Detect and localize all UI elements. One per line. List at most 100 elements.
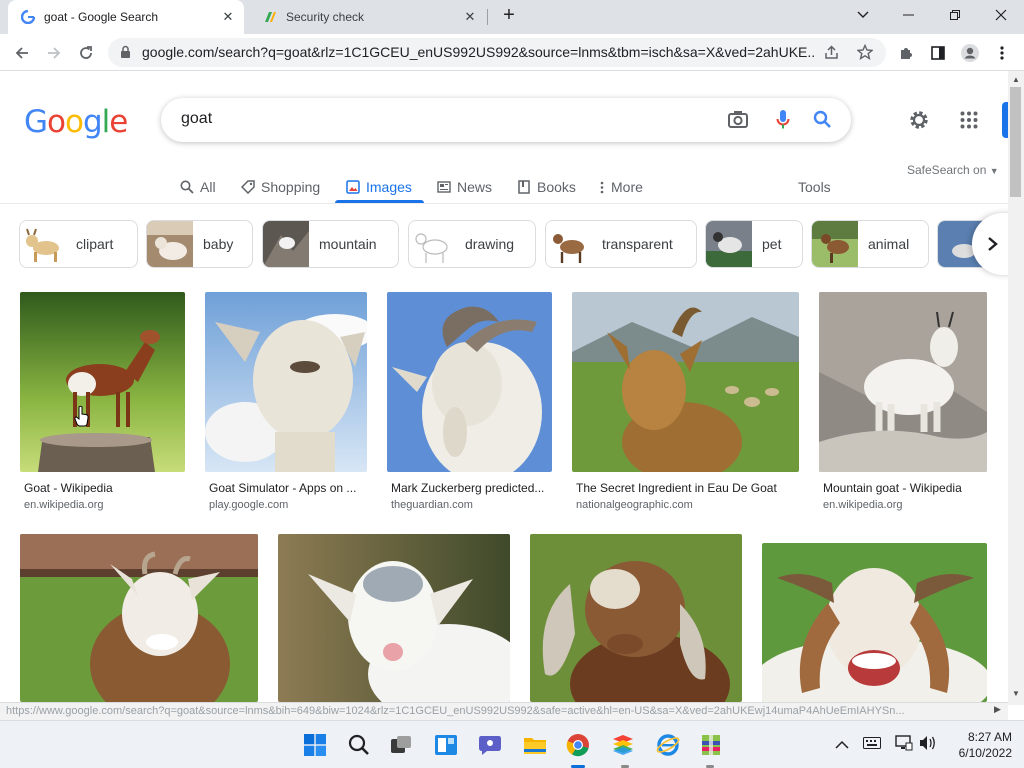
- keyboard-icon[interactable]: [863, 737, 881, 752]
- chip-baby[interactable]: baby: [146, 220, 253, 268]
- tab-news[interactable]: News: [437, 172, 492, 202]
- chip-mountain[interactable]: mountain: [262, 220, 399, 268]
- status-bar: https://www.google.com/search?q=goat&sou…: [0, 702, 1008, 720]
- result-title[interactable]: Goat - Wikipedia: [24, 481, 184, 495]
- result-image[interactable]: [530, 534, 742, 702]
- chip-drawing[interactable]: drawing: [408, 220, 536, 268]
- file-explorer-icon[interactable]: [521, 731, 549, 759]
- restore-icon[interactable]: [932, 0, 978, 30]
- tab-images[interactable]: Images: [346, 172, 412, 202]
- settings-gear-icon[interactable]: [908, 109, 930, 136]
- result-source: en.wikipedia.org: [24, 499, 104, 511]
- browser-toolbar: google.com/search?q=goat&rlz=1C1GCEU_enU…: [0, 34, 1024, 71]
- more-vertical-icon: [599, 180, 605, 194]
- scroll-right-icon[interactable]: ▶: [994, 704, 1001, 715]
- google-g-icon: [20, 9, 36, 25]
- tab-all[interactable]: All: [180, 172, 216, 202]
- caret-down-icon: ▼: [989, 166, 999, 176]
- search-input[interactable]: goat: [181, 110, 212, 128]
- chevron-up-icon[interactable]: [835, 737, 849, 752]
- network-monitor-icon[interactable]: [895, 735, 913, 754]
- lock-icon[interactable]: [120, 45, 131, 62]
- extensions-puzzle-icon[interactable]: [892, 39, 920, 67]
- book-icon: [517, 180, 531, 194]
- result-image[interactable]: [762, 543, 987, 702]
- tab-goat-search[interactable]: goat - Google Search ✕: [8, 0, 244, 34]
- task-view-icon[interactable]: [387, 731, 415, 759]
- internet-explorer-icon[interactable]: [654, 731, 682, 759]
- chat-icon[interactable]: [476, 731, 504, 759]
- tab-title: goat - Google Search: [44, 10, 159, 24]
- result-source: nationalgeographic.com: [576, 499, 693, 511]
- tools-button[interactable]: Tools: [798, 172, 831, 202]
- side-panel-icon[interactable]: [924, 39, 952, 67]
- scrollbar-thumb[interactable]: [1010, 87, 1021, 197]
- chip-transparent[interactable]: transparent: [545, 220, 697, 268]
- scroll-up-icon[interactable]: ▲: [1012, 75, 1020, 84]
- bluestacks-icon[interactable]: [609, 731, 637, 759]
- address-bar[interactable]: google.com/search?q=goat&rlz=1C1GCEU_enU…: [108, 38, 886, 67]
- result-image[interactable]: [20, 292, 185, 472]
- back-arrow-icon[interactable]: [8, 39, 36, 67]
- close-icon[interactable]: ✕: [220, 9, 236, 25]
- result-image[interactable]: [20, 534, 258, 702]
- chip-pet[interactable]: pet: [705, 220, 803, 268]
- camera-lens-icon[interactable]: [728, 110, 748, 133]
- minimize-icon[interactable]: [886, 0, 932, 30]
- bookmark-star-icon[interactable]: [856, 43, 874, 63]
- time-text: 8:27 AM: [967, 730, 1012, 744]
- tab-books[interactable]: Books: [517, 172, 576, 202]
- tab-strip: goat - Google Search ✕ Security check ✕ …: [0, 0, 1024, 34]
- share-icon[interactable]: [824, 45, 839, 63]
- divider: [0, 203, 1008, 204]
- chevron-right-icon: [987, 236, 998, 257]
- safesearch-toggle[interactable]: SafeSearch on ▼: [907, 163, 999, 177]
- news-icon: [437, 180, 451, 194]
- google-logo[interactable]: Google: [24, 104, 128, 140]
- result-image[interactable]: [572, 292, 799, 472]
- tab-shopping[interactable]: Shopping: [241, 172, 320, 202]
- winrar-books-icon[interactable]: [697, 731, 725, 759]
- widgets-icon[interactable]: [432, 731, 460, 759]
- close-icon[interactable]: ✕: [462, 9, 478, 25]
- scroll-down-icon[interactable]: ▼: [1012, 689, 1020, 698]
- result-image[interactable]: [205, 292, 367, 472]
- new-tab-button[interactable]: +: [494, 0, 524, 30]
- tab-more[interactable]: More: [599, 172, 643, 202]
- windows-start-icon[interactable]: [301, 731, 329, 759]
- result-image[interactable]: [819, 292, 987, 472]
- chip-thumbnail: [812, 221, 858, 267]
- chip-animal[interactable]: animal: [811, 220, 929, 268]
- search-icon[interactable]: [813, 110, 832, 134]
- search-icon[interactable]: [345, 731, 373, 759]
- search-icon: [180, 180, 194, 194]
- result-image[interactable]: [278, 534, 510, 702]
- result-title[interactable]: Goat Simulator - Apps on ...: [209, 481, 367, 495]
- close-window-icon[interactable]: [978, 0, 1024, 30]
- search-box[interactable]: goat: [161, 98, 851, 142]
- tab-title: Security check: [286, 10, 365, 24]
- url-text: google.com/search?q=goat&rlz=1C1GCEU_enU…: [142, 44, 814, 60]
- apps-grid-icon[interactable]: [960, 111, 978, 134]
- result-title[interactable]: Mark Zuckerberg predicted...: [391, 481, 551, 495]
- chip-clipart[interactable]: clipart: [19, 220, 138, 268]
- chrome-icon[interactable]: [564, 731, 592, 759]
- result-image[interactable]: [387, 292, 552, 472]
- chip-thumbnail: [147, 221, 193, 267]
- tab-search-icon[interactable]: [840, 0, 886, 30]
- vertical-scrollbar[interactable]: ▲ ▼: [1008, 71, 1024, 705]
- reload-icon[interactable]: [72, 39, 100, 67]
- secure-shield-icon: [262, 9, 278, 25]
- forward-arrow-icon[interactable]: [40, 39, 68, 67]
- menu-kebab-icon[interactable]: [988, 39, 1016, 67]
- result-title[interactable]: Mountain goat - Wikipedia: [823, 481, 987, 495]
- result-source: theguardian.com: [391, 499, 473, 511]
- tab-security-check[interactable]: Security check ✕: [250, 0, 486, 34]
- clock[interactable]: 8:27 AM 6/10/2022: [940, 729, 1012, 761]
- chip-thumbnail: [409, 221, 455, 267]
- profile-avatar-icon[interactable]: [956, 39, 984, 67]
- status-url: https://www.google.com/search?q=goat&sou…: [6, 705, 905, 717]
- result-title[interactable]: The Secret Ingredient in Eau De Goat: [576, 481, 798, 495]
- volume-icon[interactable]: [919, 735, 937, 754]
- voice-mic-icon[interactable]: [776, 109, 790, 136]
